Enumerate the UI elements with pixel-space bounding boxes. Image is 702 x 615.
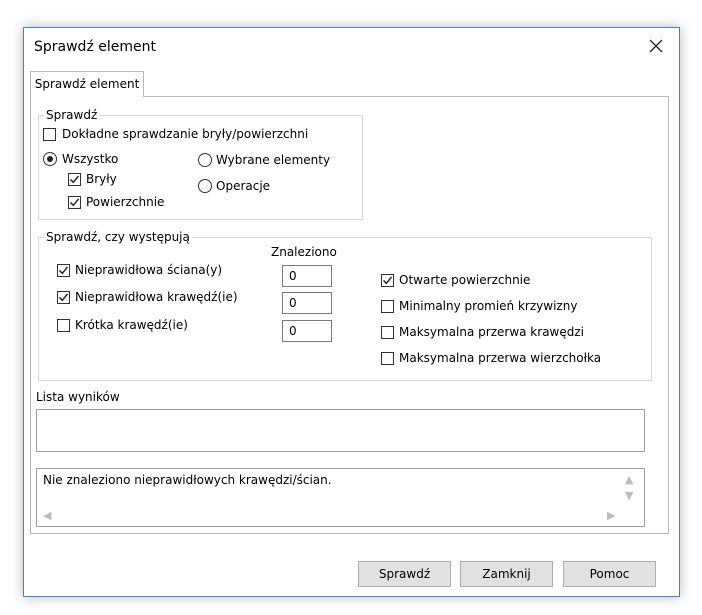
scroll-up-icon[interactable]: ▲ (625, 473, 633, 486)
short-edges-label: Krótka krawędź(ie) (75, 318, 188, 332)
max-vertex-gap-checkbox[interactable] (381, 352, 394, 365)
checkmark-icon (383, 276, 393, 285)
tab-label: Sprawdź element (34, 77, 140, 91)
close-button[interactable]: Zamknij (460, 561, 553, 587)
open-surfaces-label: Otwarte powierzchnie (399, 273, 531, 287)
min-curvature-radius-label: Minimalny promień krzywizny (399, 299, 578, 313)
tab-panel: Sprawdź Dokładne sprawdzanie bryły/powie… (30, 96, 669, 534)
surfaces-label: Powierzchnie (86, 195, 165, 209)
results-list-label: Lista wyników (36, 390, 120, 404)
checkmark-icon (70, 198, 80, 207)
scroll-right-icon[interactable]: ▶ (607, 509, 615, 522)
precise-check-checkbox[interactable] (43, 128, 56, 141)
scroll-left-icon[interactable]: ◀ (43, 509, 51, 522)
invalid-faces-count: 0 (282, 265, 332, 287)
check-button[interactable]: Sprawdź (358, 561, 451, 587)
max-edge-gap-checkbox[interactable] (381, 326, 394, 339)
found-header: Znaleziono (271, 245, 337, 259)
all-radio[interactable] (43, 152, 57, 166)
surfaces-checkbox[interactable] (68, 196, 81, 209)
tab-check-entity[interactable]: Sprawdź element (30, 71, 144, 97)
dialog-title: Sprawdź element (34, 39, 156, 55)
results-list[interactable] (36, 409, 645, 452)
min-curvature-radius-checkbox[interactable] (381, 300, 394, 313)
help-button[interactable]: Pomoc (563, 561, 656, 587)
scroll-down-icon[interactable]: ▼ (625, 489, 633, 502)
message-text: Nie znaleziono nieprawidłowych krawędzi/… (43, 473, 332, 487)
invalid-edges-label: Nieprawidłowa krawędź(ie) (75, 290, 238, 304)
short-edges-checkbox[interactable] (57, 319, 70, 332)
solids-label: Bryły (86, 172, 117, 186)
checkmark-icon (59, 293, 69, 302)
selected-items-radio[interactable] (198, 153, 212, 167)
occurs-group-legend: Sprawdź, czy występują (46, 230, 190, 244)
open-surfaces-checkbox[interactable] (381, 274, 394, 287)
max-edge-gap-label: Maksymalna przerwa krawędzi (399, 325, 584, 339)
short-edges-count: 0 (282, 320, 332, 342)
checkmark-icon (70, 175, 80, 184)
check-entity-dialog: Sprawdź element Sprawdź element Sprawdź … (23, 27, 680, 597)
selected-items-label: Wybrane elementy (216, 153, 331, 167)
message-box[interactable]: Nie znaleziono nieprawidłowych krawędzi/… (36, 468, 645, 527)
check-group-legend: Sprawdź (46, 108, 98, 122)
operations-label: Operacje (216, 179, 271, 193)
invalid-edges-count: 0 (282, 292, 332, 314)
solids-checkbox[interactable] (68, 173, 81, 186)
invalid-faces-label: Nieprawidłowa ściana(y) (75, 263, 223, 277)
invalid-faces-checkbox[interactable] (57, 264, 70, 277)
operations-radio[interactable] (198, 179, 212, 193)
precise-check-label: Dokładne sprawdzanie bryły/powierzchni (62, 127, 309, 141)
checkmark-icon (59, 266, 69, 275)
max-vertex-gap-label: Maksymalna przerwa wierzchołka (399, 351, 602, 365)
invalid-edges-checkbox[interactable] (57, 291, 70, 304)
all-radio-label: Wszystko (62, 152, 119, 166)
close-icon[interactable] (648, 38, 664, 54)
